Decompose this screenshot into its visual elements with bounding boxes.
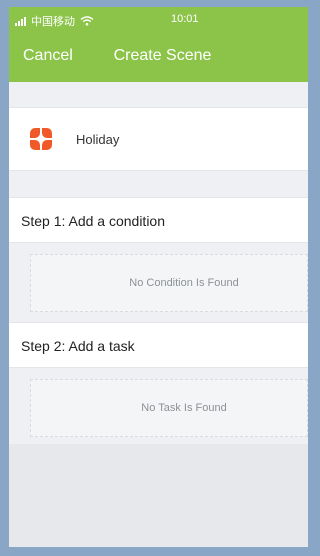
step-condition-header[interactable]: Step 1: Add a condition [9, 197, 308, 243]
status-bar: 中国移动 10:01 [9, 7, 308, 33]
step-task-header[interactable]: Step 2: Add a task [9, 322, 308, 368]
bottom-empty-area [9, 444, 308, 547]
wifi-icon [80, 16, 94, 26]
step-task-title: Step 2: Add a task [21, 338, 135, 354]
signal-icon [15, 16, 26, 26]
page-title: Create Scene [113, 47, 212, 64]
condition-empty-state: No Condition Is Found [30, 254, 308, 312]
status-time: 10:01 [171, 13, 199, 25]
scene-flower-icon [29, 127, 53, 151]
task-empty-text: No Task Is Found [141, 402, 227, 414]
app-screen: 中国移动 10:01 Cancel Create Scene Holiday S… [9, 7, 308, 547]
step-condition-title: Step 1: Add a condition [21, 213, 165, 229]
status-left: 中国移动 [15, 13, 94, 29]
task-empty-state: No Task Is Found [30, 379, 308, 437]
carrier-label: 中国移动 [31, 16, 75, 28]
condition-empty-text: No Condition Is Found [129, 277, 239, 289]
nav-bar: Cancel Create Scene [9, 45, 308, 79]
scene-name-row[interactable]: Holiday [9, 107, 308, 171]
top-bar: 中国移动 10:01 Cancel Create Scene [9, 7, 308, 82]
scene-name: Holiday [76, 132, 120, 147]
